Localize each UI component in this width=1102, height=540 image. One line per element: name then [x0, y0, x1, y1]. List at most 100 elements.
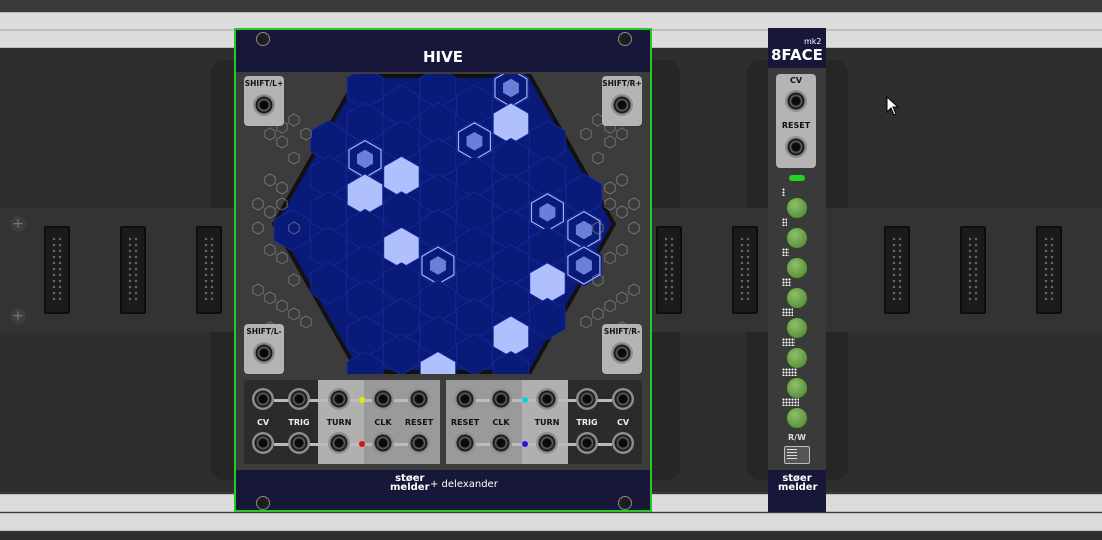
decorative-hex — [288, 273, 300, 287]
decorative-hex — [264, 205, 276, 219]
decorative-hex — [616, 173, 628, 187]
trig-jack-4[interactable] — [576, 432, 598, 454]
slot-knob-5[interactable] — [786, 317, 808, 339]
turn-jack-2[interactable] — [328, 432, 350, 454]
decorative-hex — [592, 151, 604, 165]
reset-jack[interactable] — [785, 136, 807, 158]
decorative-hex — [604, 299, 616, 313]
cv-label: CV — [616, 418, 630, 427]
decorative-hex — [276, 135, 288, 149]
decorative-hex — [628, 283, 640, 297]
cv-jack-4[interactable] — [612, 432, 634, 454]
brand-logo: støer melder — [778, 473, 818, 493]
decorative-hex — [616, 205, 628, 219]
turn-label: TURN — [534, 418, 560, 427]
cv-label: CV — [256, 418, 270, 427]
clk-jack-1[interactable] — [372, 388, 394, 410]
decorative-hex — [288, 221, 300, 235]
trig-jack-2[interactable] — [288, 432, 310, 454]
read-write-switch[interactable] — [784, 446, 810, 464]
slot-knob-7[interactable] — [786, 377, 808, 399]
slot-knob-2[interactable] — [786, 227, 808, 249]
shift-left-plus-jack[interactable] — [253, 94, 275, 116]
status-led — [789, 175, 805, 181]
decorative-hex — [252, 283, 264, 297]
mouse-cursor-icon — [886, 96, 900, 116]
decorative-hex — [288, 151, 300, 165]
slot-indicator-dots — [782, 368, 797, 376]
trig-jack-1[interactable] — [288, 388, 310, 410]
screw-icon — [618, 496, 632, 510]
trig-label: TRIG — [288, 418, 310, 427]
reset-jack-3[interactable] — [454, 388, 476, 410]
ribbon-connector — [1036, 226, 1062, 314]
slot-knob-6[interactable] — [786, 347, 808, 369]
decorative-hex — [592, 307, 604, 321]
decorative-hex — [252, 221, 264, 235]
slot-knob-8[interactable] — [786, 407, 808, 429]
slot-indicator-dots — [782, 308, 793, 316]
track1-color-dot — [359, 397, 365, 403]
decorative-hex — [264, 291, 276, 305]
decorative-hex — [580, 127, 592, 141]
add-icon[interactable]: + — [10, 308, 26, 324]
slot-indicator-dots — [782, 278, 791, 286]
shift-right-plus-jack[interactable] — [611, 94, 633, 116]
ribbon-connector — [656, 226, 682, 314]
ribbon-connector — [44, 226, 70, 314]
track3-color-dot — [522, 397, 528, 403]
ribbon-connector — [196, 226, 222, 314]
decorative-hex — [288, 113, 300, 127]
reset-label: RESET — [450, 418, 480, 427]
eightface-module[interactable]: mk2 8FACE CV RESET R/W støer melder — [768, 28, 826, 512]
cv-jack[interactable] — [785, 90, 807, 112]
slot-indicator-dots — [782, 398, 799, 406]
decorative-hex — [604, 181, 616, 195]
hive-title: HIVE — [423, 48, 463, 66]
slot-knob-1[interactable] — [786, 197, 808, 219]
brand-logo: støer melder — [390, 473, 430, 493]
cv-jack-1[interactable] — [252, 388, 274, 410]
hive-footer — [236, 470, 650, 510]
brand-suffix: + delexander — [430, 479, 498, 490]
reset-jack-4[interactable] — [454, 432, 476, 454]
clk-label: CLK — [374, 418, 392, 427]
turn-label: TURN — [326, 418, 352, 427]
hive-right-controls: RESET CLK TURN TRIG CV — [446, 380, 642, 464]
ribbon-connector — [732, 226, 758, 314]
reset-jack-2[interactable] — [408, 432, 430, 454]
reset-label: RESET — [404, 418, 434, 427]
reset-jack-1[interactable] — [408, 388, 430, 410]
decorative-hex — [604, 251, 616, 265]
decorative-hex — [616, 127, 628, 141]
ribbon-connector — [120, 226, 146, 314]
slot-knob-4[interactable] — [786, 287, 808, 309]
slot-knob-3[interactable] — [786, 257, 808, 279]
clk-jack-2[interactable] — [372, 432, 394, 454]
decorative-hex — [264, 243, 276, 257]
ribbon-connector — [960, 226, 986, 314]
decorative-hex — [276, 251, 288, 265]
decorative-hex — [276, 181, 288, 195]
decorative-hex — [300, 127, 312, 141]
shift-right-plus: SHIFT/R+ — [602, 76, 642, 126]
shift-right-minus-jack[interactable] — [611, 342, 633, 364]
slot-indicator-dots — [782, 218, 787, 226]
cv-jack-3[interactable] — [612, 388, 634, 410]
add-icon[interactable]: + — [10, 216, 26, 232]
eightface-subtitle: mk2 — [804, 37, 822, 46]
clk-label: CLK — [492, 418, 510, 427]
clk-jack-3[interactable] — [490, 388, 512, 410]
clk-jack-4[interactable] — [490, 432, 512, 454]
hive-left-controls: CV TRIG TURN CLK RESET — [244, 380, 440, 464]
decorative-hex — [628, 221, 640, 235]
trig-label: TRIG — [576, 418, 598, 427]
turn-jack-3[interactable] — [536, 388, 558, 410]
turn-jack-4[interactable] — [536, 432, 558, 454]
decorative-hex — [264, 127, 276, 141]
trig-jack-3[interactable] — [576, 388, 598, 410]
turn-jack-1[interactable] — [328, 388, 350, 410]
eightface-title: 8FACE — [771, 46, 823, 64]
cv-jack-2[interactable] — [252, 432, 274, 454]
shift-left-minus-jack[interactable] — [253, 342, 275, 364]
